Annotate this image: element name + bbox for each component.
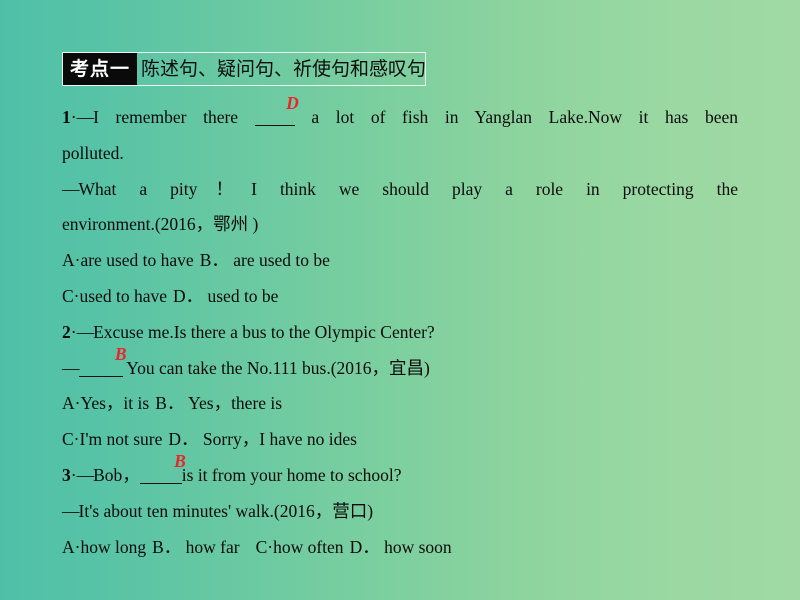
option-row: A·how long B． how far C·how often D． how so… xyxy=(62,530,738,566)
option-d[interactable]: D． how soon xyxy=(350,537,452,557)
question-block: 2·—Excuse me.Is there a bus to the Olymp… xyxy=(62,315,738,458)
question-number: 3 xyxy=(62,464,71,485)
question-line: —It's about ten minutes' walk.(2016，营口) xyxy=(62,494,738,530)
speaker-dash: — xyxy=(62,500,79,521)
option-row: A·Yes，it is B． Yes，there is xyxy=(62,386,738,422)
option-b[interactable]: B． Yes，there is xyxy=(155,393,282,413)
question-line: 1·—I remember there D a lot of fish in Y… xyxy=(62,94,739,136)
speaker-dash: — xyxy=(76,321,94,342)
option-row: C·I'm not sure D． Sorry，I have no ides xyxy=(62,422,738,458)
option-a[interactable]: A·how long xyxy=(62,537,146,557)
question-text: What a pity！I think we should play a rol… xyxy=(78,178,739,199)
question-text: Bob， xyxy=(93,464,140,485)
question-text: You can take the No.111 bus.(2016，宜昌) xyxy=(122,357,430,378)
answer-blank[interactable]: B xyxy=(78,345,127,377)
question-line: 3·—Bob， Bis it from your home to school? xyxy=(62,452,738,494)
option-b[interactable]: B． are used to be xyxy=(200,250,330,270)
question-text: a lot of fish in Yanglan Lake.Now it has… xyxy=(294,107,739,127)
answer-letter: B xyxy=(174,450,186,471)
question-line: 2·—Excuse me.Is there a bus to the Olymp… xyxy=(62,315,738,351)
option-c[interactable]: C·how often xyxy=(256,537,344,557)
section-heading: 考点一 陈述句、疑问句、祈使句和感叹句 xyxy=(62,52,426,86)
question-text: environment.(2016，鄂州 ) xyxy=(62,214,259,235)
question-line: —What a pity！I think we should play a ro… xyxy=(62,172,738,208)
question-list: 1·—I remember there D a lot of fish in Y… xyxy=(62,94,739,566)
option-d[interactable]: D． Sorry，I have no ides xyxy=(168,429,357,449)
speaker-dash: — xyxy=(76,464,94,485)
option-row: C·used to have D． used to be xyxy=(62,279,738,315)
speaker-dash: — xyxy=(76,107,94,127)
question-text: polluted. xyxy=(62,142,124,163)
question-line: environment.(2016，鄂州 ) xyxy=(62,207,738,243)
question-text: Excuse me.Is there a bus to the Olympic … xyxy=(93,321,435,342)
section-title-label: 陈述句、疑问句、祈使句和感叹句 xyxy=(141,58,427,80)
option-c[interactable]: C·used to have xyxy=(62,286,167,306)
option-a[interactable]: A·are used to have xyxy=(62,250,194,270)
option-row: A·are used to have B． are used to be xyxy=(62,243,738,279)
question-line: — B You can take the No.111 bus.(2016，宜昌) xyxy=(62,345,738,387)
option-a[interactable]: A·Yes，it is xyxy=(62,393,149,413)
speaker-dash: — xyxy=(62,357,79,378)
question-text: I remember there xyxy=(93,107,255,127)
question-number: 1 xyxy=(62,107,71,127)
question-block: 3·—Bob， Bis it from your home to school? —… xyxy=(62,452,738,566)
option-d[interactable]: D． used to be xyxy=(173,286,278,306)
option-b[interactable]: B． how far xyxy=(152,537,239,557)
section-tag-label: 考点一 xyxy=(63,53,138,85)
speaker-dash: — xyxy=(62,178,79,199)
answer-blank[interactable]: D xyxy=(254,94,299,126)
question-text: is it from your home to school? xyxy=(181,464,402,485)
slide-canvas: 考点一 陈述句、疑问句、祈使句和感叹句 1·—I remember there … xyxy=(0,0,800,600)
answer-letter: D xyxy=(286,93,299,113)
option-c[interactable]: C·I'm not sure xyxy=(62,429,162,449)
answer-blank[interactable]: B xyxy=(139,452,186,484)
question-line: polluted. xyxy=(62,136,738,172)
question-number: 2 xyxy=(62,321,71,342)
question-text: It's about ten minutes' walk.(2016，营口) xyxy=(78,500,374,521)
answer-letter: B xyxy=(114,343,127,364)
question-block: 1·—I remember there D a lot of fish in Y… xyxy=(62,94,739,315)
